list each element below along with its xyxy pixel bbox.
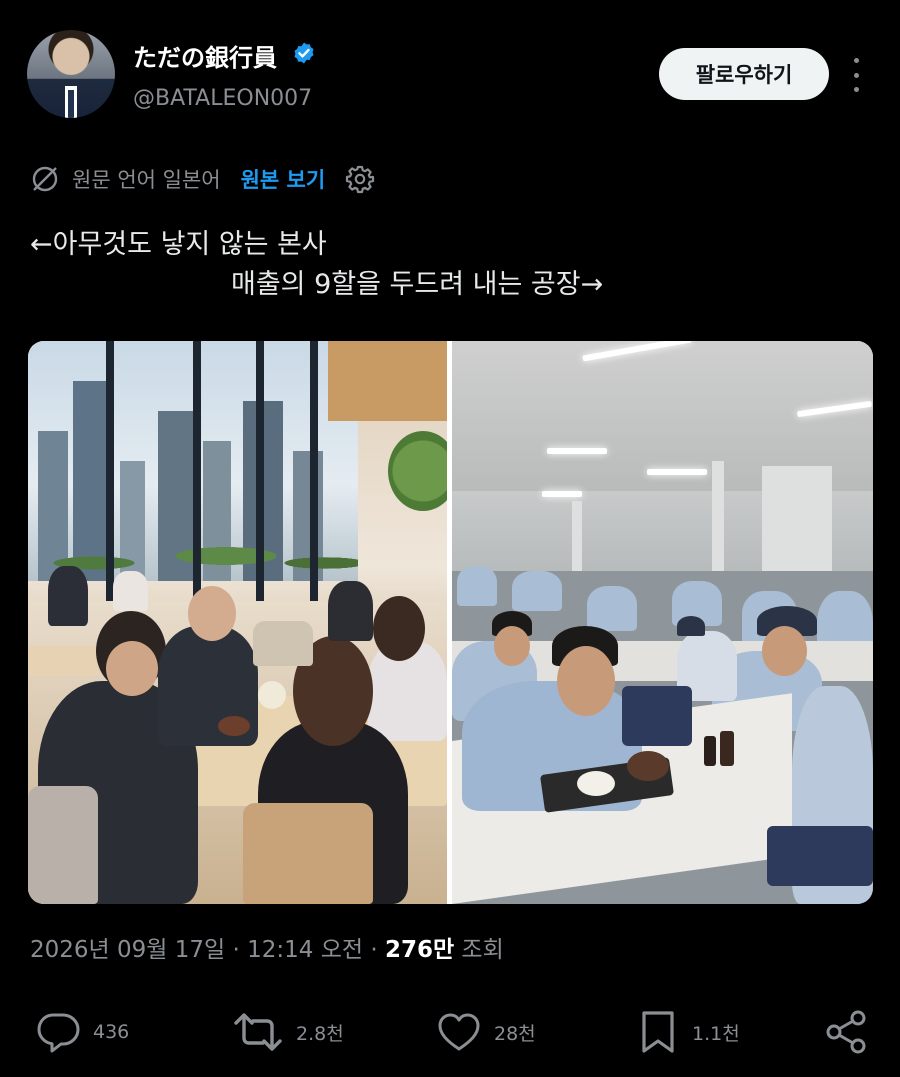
translation-bar: 원문 언어 일본어 원본 보기 — [30, 160, 375, 198]
repost-count: 2.8천 — [296, 1022, 344, 1045]
bookmark-icon — [642, 1011, 674, 1053]
verified-badge-icon — [294, 42, 314, 64]
heart-icon — [438, 1013, 480, 1051]
action-bar: 436 2.8천 28천 1.1천 — [0, 1002, 900, 1062]
original-language-text: 원문 언어 일본어 — [72, 168, 221, 192]
author-display-name[interactable]: ただの銀行員 — [133, 38, 277, 73]
show-original-link[interactable]: 원본 보기 — [241, 164, 326, 194]
views-label: 조회 — [454, 937, 504, 963]
wood-ceiling — [328, 341, 447, 421]
reply-count: 436 — [93, 1021, 130, 1043]
tweet-media[interactable] — [28, 341, 873, 904]
share-icon — [826, 1010, 866, 1054]
repost-button[interactable]: 2.8천 — [232, 1002, 344, 1062]
bookmark-count: 1.1천 — [692, 1022, 740, 1045]
author-avatar[interactable] — [27, 30, 115, 118]
repost-icon — [234, 1013, 282, 1051]
reply-icon — [37, 1013, 80, 1053]
gear-icon[interactable] — [345, 164, 375, 194]
views-count: 276만 — [384, 937, 455, 963]
tweet-line-2: 매출의 9할을 두드려 내는 공장→ — [231, 269, 604, 300]
like-count: 28천 — [494, 1022, 536, 1045]
factory-cafeteria-image[interactable] — [452, 341, 873, 904]
reply-button[interactable]: 436 — [35, 1002, 129, 1062]
tweet-meta: 2026년 09월 17일 · 12:14 오전 · 276만 조회 — [30, 930, 504, 964]
follow-button[interactable]: 팔로우하기 — [659, 48, 829, 100]
bookmark-button[interactable]: 1.1천 — [640, 1002, 740, 1062]
translate-off-icon — [32, 166, 58, 192]
author-handle[interactable]: @BATALEON007 — [133, 86, 312, 111]
avatar-tie — [68, 90, 74, 118]
like-button[interactable]: 28천 — [436, 1002, 536, 1062]
more-options-icon[interactable] — [846, 58, 866, 92]
office-cafeteria-image[interactable] — [28, 341, 447, 904]
tweet-line-1: ←아무것도 낳지 않는 본사 — [30, 229, 327, 260]
tweet-datetime[interactable]: 2026년 09월 17일 · 12:14 오전 · — [30, 937, 385, 963]
tweet-header: ただの銀行員 @BATALEON007 팔로우하기 — [0, 0, 900, 140]
share-button[interactable] — [824, 1002, 870, 1062]
